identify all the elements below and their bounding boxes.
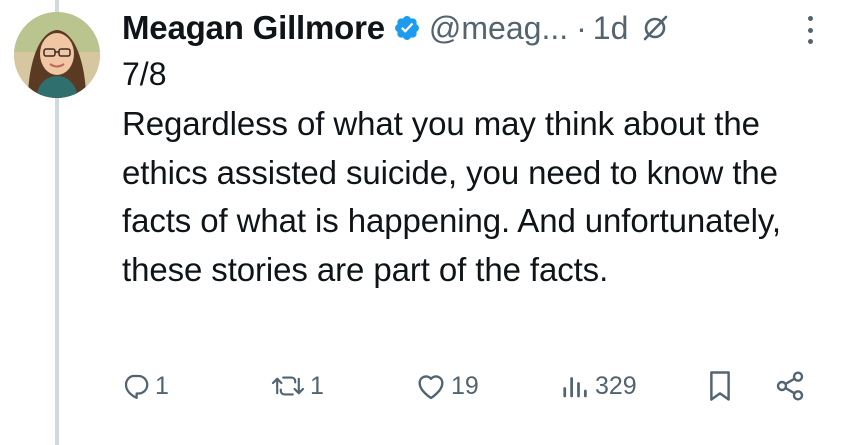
reply-icon (121, 371, 151, 401)
reply-count: 1 (155, 371, 169, 400)
thread-index: 7/8 (122, 56, 167, 92)
retweet-icon (270, 371, 306, 401)
edited-icon[interactable] (640, 13, 670, 43)
reply-button[interactable]: 1 (121, 362, 169, 410)
bookmark-button[interactable] (706, 362, 734, 410)
share-button[interactable] (774, 362, 806, 410)
time-separator: · (576, 9, 587, 46)
retweet-button[interactable]: 1 (270, 362, 324, 410)
tweet-header: Meagan Gillmore @meag... · 1d (122, 8, 670, 48)
tweet-text: Regardless of what you may think about t… (122, 105, 781, 288)
avatar[interactable] (14, 12, 100, 98)
share-icon (774, 370, 806, 402)
tweet-actions: 1 1 19 329 (0, 362, 853, 410)
timestamp[interactable]: 1d (593, 10, 629, 47)
author-display-name[interactable]: Meagan Gillmore (122, 9, 385, 47)
thread-connector-top (55, 0, 59, 12)
author-handle[interactable]: @meag... (429, 10, 568, 47)
views-icon (561, 371, 591, 401)
like-button[interactable]: 19 (415, 362, 479, 410)
like-icon (415, 371, 447, 401)
views-count: 329 (595, 371, 637, 400)
bookmark-icon (706, 370, 734, 402)
retweet-count: 1 (310, 371, 324, 400)
like-count: 19 (451, 371, 479, 400)
more-options-icon[interactable] (800, 16, 820, 44)
verified-badge-icon[interactable] (393, 14, 421, 42)
views-button[interactable]: 329 (561, 362, 637, 410)
